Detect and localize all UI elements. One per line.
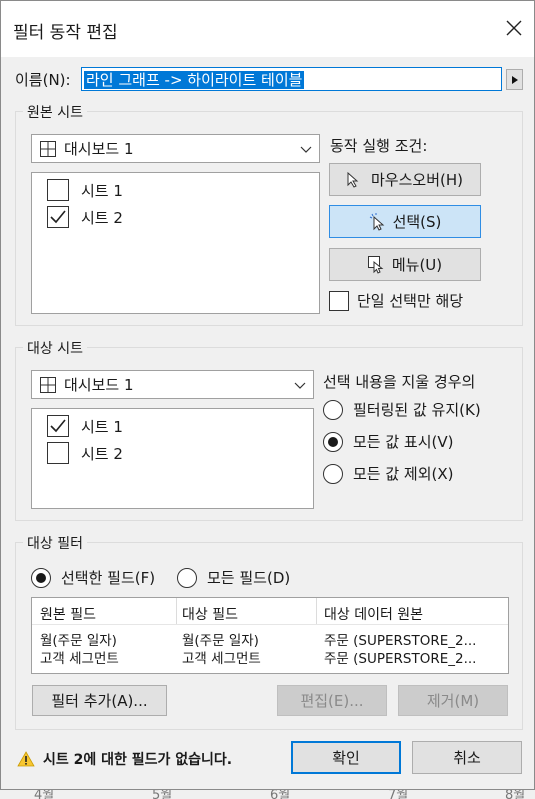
table-cell: 월(주문 일자) xyxy=(40,633,117,649)
table-cell: 주문 (SUPERSTORE_2... xyxy=(324,633,477,649)
name-input-value: 라인 그래프 -> 하이라이트 테이블 xyxy=(84,71,305,89)
dashboard-icon xyxy=(40,140,56,157)
name-label: 이름(N): xyxy=(15,71,71,89)
clear-keep-option[interactable]: 필터링된 값 유지(K) xyxy=(323,399,481,420)
source-dashboard-select[interactable]: 대시보드 1 xyxy=(31,134,320,163)
warning-icon xyxy=(17,751,35,767)
hover-trigger-label: 마우스오버(H) xyxy=(371,171,463,189)
remove-filter-button[interactable]: 제거(M) xyxy=(398,685,508,716)
target-sheet-item[interactable]: 시트 1 xyxy=(47,415,123,437)
source-dashboard-value: 대시보드 1 xyxy=(64,140,134,158)
field-mapping-table: 원본 필드 대상 필드 대상 데이터 원본 월(주문 일자) 월(주문 일자) … xyxy=(31,597,509,674)
title-bar: 필터 동작 편집 xyxy=(1,1,534,57)
target-sheets-label: 대상 시트 xyxy=(23,338,87,358)
axis-label: 6월 xyxy=(270,790,291,799)
cancel-label: 취소 xyxy=(453,749,481,767)
source-sheet-2-checkbox[interactable] xyxy=(47,206,69,228)
add-filter-label: 필터 추가(A)... xyxy=(51,692,148,710)
clear-keep-radio[interactable] xyxy=(323,399,343,420)
table-cell: 주문 (SUPERSTORE_2... xyxy=(324,651,477,667)
clear-show-all-radio[interactable] xyxy=(323,431,343,452)
clear-exclude-option[interactable]: 모든 값 제외(X) xyxy=(323,463,454,484)
table-cell: 월(주문 일자) xyxy=(182,633,259,649)
table-cell: 고객 세그먼트 xyxy=(182,651,261,667)
axis-label: 8월 xyxy=(505,790,526,799)
axis-label: 5월 xyxy=(152,790,173,799)
axis-label: 7월 xyxy=(388,790,409,799)
all-fields-option[interactable]: 모든 필드(D) xyxy=(177,567,290,588)
dialog-title: 필터 동작 편집 xyxy=(13,23,118,43)
source-sheet-2-label: 시트 2 xyxy=(81,208,123,227)
source-sheet-item[interactable]: 시트 1 xyxy=(47,179,123,201)
checkmark-icon xyxy=(50,210,66,224)
warning-text: 시트 2에 대한 필드가 없습니다. xyxy=(43,752,233,768)
select-trigger-button[interactable]: 선택(S) xyxy=(329,205,481,238)
all-fields-label: 모든 필드(D) xyxy=(207,569,291,587)
add-filter-button[interactable]: 필터 추가(A)... xyxy=(32,685,167,716)
cancel-button[interactable]: 취소 xyxy=(412,741,522,774)
clear-show-all-option[interactable]: 모든 값 표시(V) xyxy=(323,431,454,452)
chevron-down-icon xyxy=(294,382,306,389)
single-select-option[interactable]: 단일 선택만 해당 xyxy=(329,290,463,311)
target-dashboard-value: 대시보드 1 xyxy=(64,376,134,394)
target-sheet-item[interactable]: 시트 2 xyxy=(47,442,123,464)
column-header[interactable]: 대상 필드 xyxy=(182,604,238,624)
source-sheet-list: 시트 1 시트 2 xyxy=(31,172,320,314)
hover-trigger-button[interactable]: 마우스오버(H) xyxy=(329,163,481,196)
selected-fields-radio[interactable] xyxy=(31,567,51,588)
checkmark-icon xyxy=(50,419,66,433)
axis-label: 4월 xyxy=(34,790,55,799)
target-sheet-1-label: 시트 1 xyxy=(81,417,123,436)
selected-fields-label: 선택한 필드(F) xyxy=(61,569,156,587)
source-sheets-label: 원본 시트 xyxy=(23,102,87,122)
target-dashboard-select[interactable]: 대시보드 1 xyxy=(31,370,314,399)
target-sheet-2-label: 시트 2 xyxy=(81,444,123,463)
name-menu-button[interactable] xyxy=(506,69,523,90)
target-sheet-list: 시트 1 시트 2 xyxy=(31,408,314,509)
clear-keep-label: 필터링된 값 유지(K) xyxy=(353,401,481,419)
chevron-down-icon xyxy=(300,146,312,153)
warning-message: 시트 2에 대한 필드가 없습니다. xyxy=(17,749,232,769)
triangle-right-icon xyxy=(511,75,518,84)
table-cell: 고객 세그먼트 xyxy=(40,651,119,667)
cursor-arrow-icon xyxy=(347,171,359,188)
single-select-label: 단일 선택만 해당 xyxy=(357,292,464,310)
filter-action-dialog: 필터 동작 편집 이름(N): 라인 그래프 -> 하이라이트 테이블 원본 시… xyxy=(0,0,535,790)
source-sheet-1-checkbox[interactable] xyxy=(47,179,69,201)
clear-exclude-radio[interactable] xyxy=(323,463,343,484)
name-input[interactable]: 라인 그래프 -> 하이라이트 테이블 xyxy=(81,67,502,91)
menu-cursor-icon xyxy=(367,255,384,274)
selected-fields-option[interactable]: 선택한 필드(F) xyxy=(31,567,155,588)
target-sheet-1-checkbox[interactable] xyxy=(47,415,69,437)
remove-filter-label: 제거(M) xyxy=(426,692,480,710)
clear-show-all-label: 모든 값 표시(V) xyxy=(353,433,454,451)
ok-button[interactable]: 확인 xyxy=(291,741,401,774)
menu-trigger-label: 메뉴(U) xyxy=(391,256,443,274)
run-condition-label: 동작 실행 조건: xyxy=(330,137,428,155)
background-axis-labels: 4월 5월 6월 7월 8월 xyxy=(0,790,535,799)
target-filters-label: 대상 필터 xyxy=(23,533,87,553)
select-trigger-label: 선택(S) xyxy=(392,213,442,231)
target-sheet-2-checkbox[interactable] xyxy=(47,442,69,464)
cursor-click-icon xyxy=(369,212,384,231)
source-sheet-item[interactable]: 시트 2 xyxy=(47,206,123,228)
menu-trigger-button[interactable]: 메뉴(U) xyxy=(329,248,481,281)
all-fields-radio[interactable] xyxy=(177,567,197,588)
single-select-checkbox[interactable] xyxy=(329,290,349,311)
edit-filter-label: 편집(E)... xyxy=(300,692,364,710)
clear-selection-label: 선택 내용을 지울 경우의 xyxy=(323,373,476,391)
source-sheet-1-label: 시트 1 xyxy=(81,181,123,200)
column-header[interactable]: 원본 필드 xyxy=(40,604,96,624)
column-header[interactable]: 대상 데이터 원본 xyxy=(324,604,423,624)
ok-label: 확인 xyxy=(332,749,360,767)
edit-filter-button[interactable]: 편집(E)... xyxy=(277,685,387,716)
close-icon xyxy=(506,20,522,36)
dashboard-icon xyxy=(40,376,56,393)
clear-exclude-label: 모든 값 제외(X) xyxy=(353,465,454,483)
close-button[interactable] xyxy=(497,11,531,45)
